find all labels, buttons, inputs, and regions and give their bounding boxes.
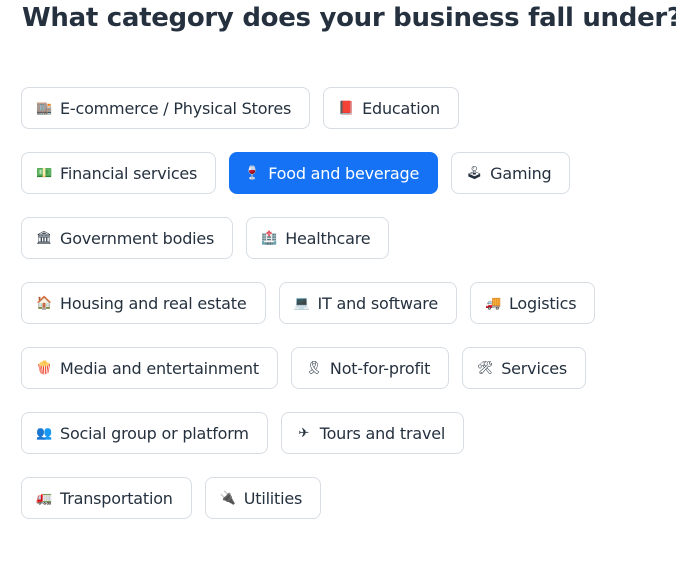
category-chip-transportation[interactable]: 🚛 Transportation — [21, 477, 192, 519]
book-icon: 📕 — [338, 100, 355, 116]
government-building-icon: 🏛 — [35, 230, 53, 246]
category-chip-it-software[interactable]: 💻 IT and software — [278, 282, 457, 324]
category-label: Media and entertainment — [60, 358, 259, 378]
category-label: Logistics — [508, 293, 577, 313]
category-chip-social-group[interactable]: 👥 Social group or platform — [21, 412, 268, 454]
category-row-2: 💵 Financial services 🍷 Food and beverage… — [21, 152, 571, 194]
category-chip-not-for-profit[interactable]: 🎗 Not-for-profit — [290, 347, 450, 389]
joystick-icon: 🕹 — [465, 165, 483, 181]
category-row-7: 🚛 Transportation 🔌 Utilities — [21, 477, 322, 519]
laptop-icon: 💻 — [293, 295, 310, 311]
people-icon: 👥 — [36, 425, 52, 441]
category-chip-housing-real-estate[interactable]: 🏠 Housing and real estate — [21, 282, 266, 324]
category-label: Tours and travel — [319, 423, 446, 443]
category-chip-ecommerce[interactable]: 🏬 E-commerce / Physical Stores — [21, 87, 311, 129]
airplane-icon: ✈ — [298, 425, 310, 441]
money-icon: 💵 — [36, 165, 52, 181]
plug-icon: 🔌 — [219, 490, 236, 506]
category-label: E-commerce / Physical Stores — [60, 98, 292, 118]
category-row-6: 👥 Social group or platform ✈ Tours and t… — [21, 412, 465, 454]
wine-glass-icon: 🍷 — [244, 165, 261, 181]
category-label: Financial services — [60, 163, 198, 183]
category-label: Transportation — [60, 488, 173, 508]
category-label: Food and beverage — [268, 163, 420, 183]
tools-icon: 🛠 — [477, 360, 494, 376]
category-row-5: 🍿 Media and entertainment 🎗 Not-for-prof… — [21, 347, 587, 389]
category-label: Education — [362, 98, 440, 118]
category-label: IT and software — [317, 293, 439, 313]
category-row-4: 🏠 Housing and real estate 💻 IT and softw… — [21, 282, 596, 324]
category-label: Not-for-profit — [329, 358, 431, 378]
category-label: Services — [501, 358, 568, 378]
category-label: Housing and real estate — [60, 293, 247, 313]
category-chip-media-entertainment[interactable]: 🍿 Media and entertainment — [21, 347, 278, 389]
category-chip-gaming[interactable]: 🕹 Gaming — [451, 152, 571, 194]
category-chip-food-and-beverage[interactable]: 🍷 Food and beverage — [229, 152, 439, 194]
category-row-1: 🏬 E-commerce / Physical Stores 📕 Educati… — [21, 87, 459, 129]
store-icon: 🏬 — [36, 100, 52, 116]
category-chip-logistics[interactable]: 🚚 Logistics — [469, 282, 596, 324]
category-chip-tours-travel[interactable]: ✈ Tours and travel — [280, 412, 465, 454]
hospital-icon: 🏥 — [261, 230, 278, 246]
category-chip-healthcare[interactable]: 🏥 Healthcare — [246, 217, 390, 259]
house-icon: 🏠 — [36, 295, 52, 311]
transport-truck-icon: 🚛 — [36, 490, 52, 506]
category-row-3: 🏛 Government bodies 🏥 Healthcare — [21, 217, 390, 259]
category-label: Social group or platform — [60, 423, 249, 443]
category-label: Utilities — [243, 488, 303, 508]
category-chip-utilities[interactable]: 🔌 Utilities — [204, 477, 322, 519]
category-label: Gaming — [490, 163, 552, 183]
category-label: Healthcare — [285, 228, 371, 248]
category-chip-education[interactable]: 📕 Education — [323, 87, 459, 129]
category-label: Government bodies — [60, 228, 215, 248]
ribbon-icon: 🎗 — [305, 360, 323, 376]
popcorn-icon: 🍿 — [36, 360, 52, 376]
page-title: What category does your business fall un… — [22, 3, 676, 33]
category-chip-government-bodies[interactable]: 🏛 Government bodies — [21, 217, 234, 259]
category-chip-financial-services[interactable]: 💵 Financial services — [21, 152, 217, 194]
truck-icon: 🚚 — [484, 295, 501, 311]
category-chip-services[interactable]: 🛠 Services — [462, 347, 587, 389]
